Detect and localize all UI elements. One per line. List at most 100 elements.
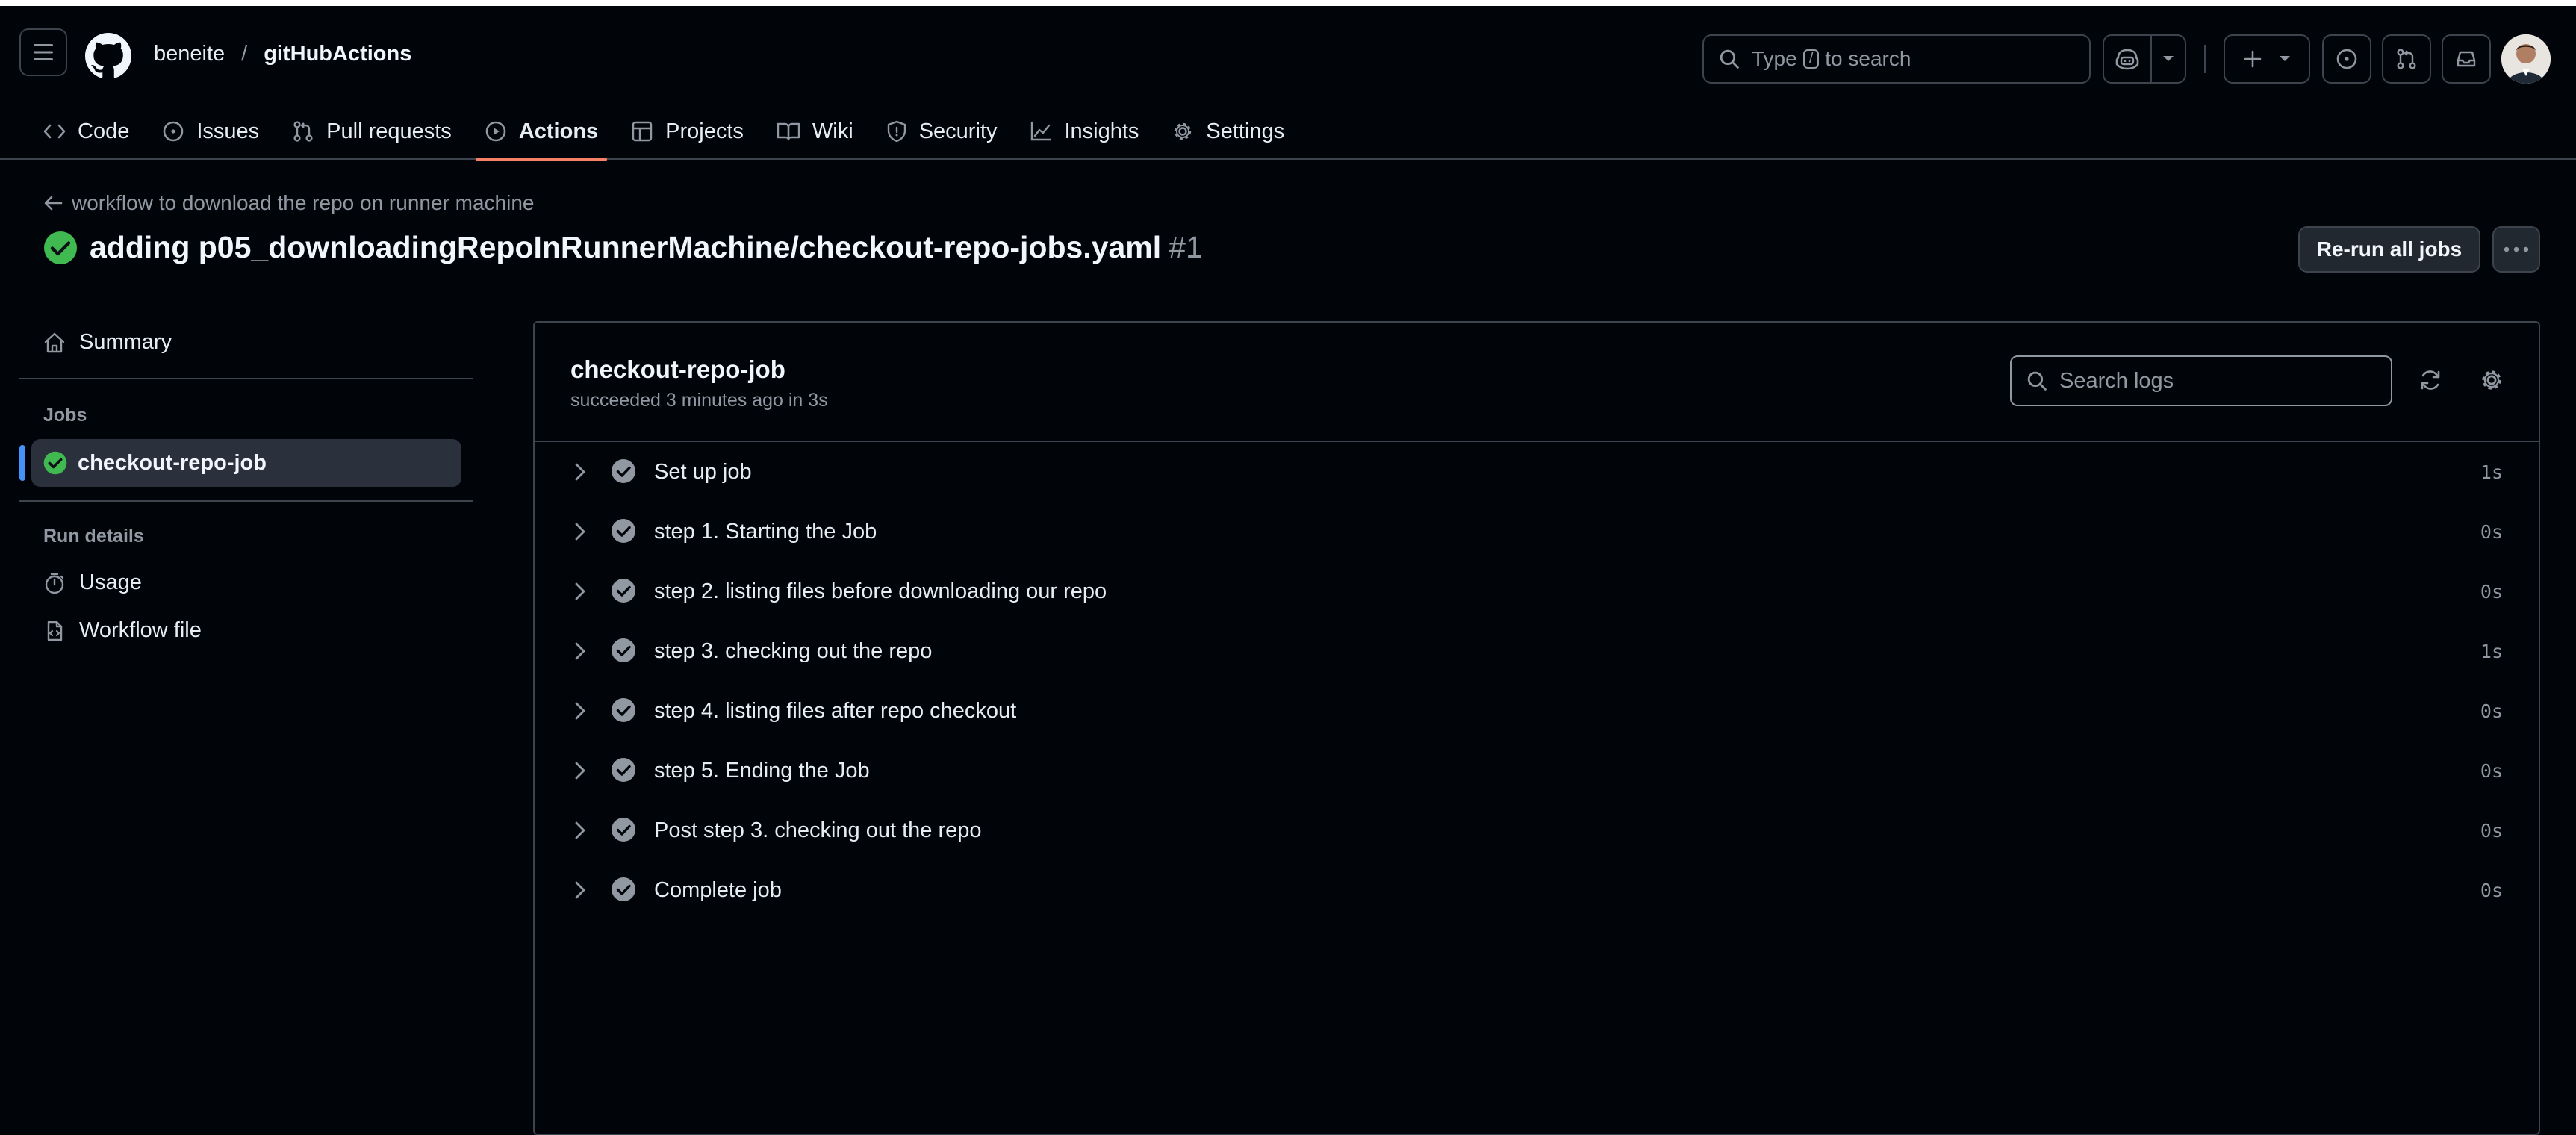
tab-projects[interactable]: Projects: [617, 111, 757, 152]
issue-opened-icon: [164, 121, 184, 142]
avatar-photo-icon: [2501, 34, 2551, 84]
check-circle-fill-icon: [612, 519, 635, 543]
tab-label: Code: [78, 119, 130, 143]
gear-icon[interactable]: [2479, 367, 2504, 393]
chevron-right-icon: [575, 762, 585, 780]
inbox-icon: [2457, 51, 2476, 67]
play-icon: [485, 121, 506, 142]
job-status-text: succeeded 3 minutes ago in 3s: [570, 390, 828, 411]
sidebar-item-label: Workflow file: [79, 618, 202, 642]
home-icon: [44, 332, 65, 352]
step-row[interactable]: Set up job 1s: [535, 442, 2539, 502]
step-label: Set up job: [654, 460, 752, 484]
table-icon: [632, 121, 653, 142]
step-row[interactable]: Post step 3. checking out the repo 0s: [535, 800, 2539, 860]
book-icon: [777, 122, 800, 141]
tab-code[interactable]: Code: [30, 111, 143, 152]
issue-opened-icon: [2336, 49, 2357, 69]
job-log-panel: checkout-repo-job succeeded 3 minutes ag…: [533, 321, 2540, 1135]
copilot-button[interactable]: [2103, 34, 2152, 84]
sidebar-item-usage[interactable]: Usage: [43, 570, 142, 595]
step-duration: 1s: [2480, 641, 2503, 662]
step-row[interactable]: Complete job 0s: [535, 860, 2539, 920]
repo-owner-link[interactable]: beneite: [154, 42, 225, 66]
copilot-dropdown-button[interactable]: [2150, 34, 2186, 84]
sidebar-item-label: checkout-repo-job: [78, 450, 267, 475]
check-circle-fill-icon: [612, 459, 635, 483]
step-row[interactable]: step 4. listing files after repo checkou…: [535, 681, 2539, 741]
step-duration: 0s: [2480, 521, 2503, 543]
breadcrumb-separator: /: [241, 42, 248, 66]
job-steps-list: Set up job 1s step 1. Starting the Job 0…: [535, 442, 2539, 920]
more-options-button[interactable]: [2492, 226, 2540, 273]
check-circle-fill-icon: [44, 231, 77, 264]
jobs-heading: Jobs: [43, 405, 87, 426]
check-circle-fill-icon: [612, 818, 635, 842]
graph-icon: [1031, 121, 1052, 141]
refresh-icon[interactable]: [2418, 367, 2443, 393]
github-logo-icon[interactable]: [85, 33, 131, 79]
tab-label: Security: [918, 119, 998, 143]
chevron-right-icon: [575, 642, 585, 660]
rerun-all-jobs-button[interactable]: Re-run all jobs: [2298, 226, 2480, 273]
search-logs-input[interactable]: Search logs: [2010, 355, 2392, 406]
shield-icon: [887, 120, 906, 143]
step-row[interactable]: step 5. Ending the Job 0s: [535, 741, 2539, 800]
tab-label: Actions: [518, 119, 599, 143]
step-duration: 0s: [2480, 700, 2503, 722]
repo-breadcrumb: beneite / gitHubActions: [154, 42, 411, 66]
step-duration: 0s: [2480, 880, 2503, 901]
plus-icon: [2244, 50, 2262, 68]
run-title: adding p05_downloadingRepoInRunnerMachin…: [43, 230, 1203, 265]
step-label: step 2. listing files before downloading…: [654, 579, 1107, 603]
sidebar-item-summary[interactable]: Summary: [43, 330, 172, 355]
tab-actions[interactable]: Actions: [471, 111, 612, 161]
user-avatar[interactable]: [2501, 34, 2551, 84]
sidebar-item-workflow-file[interactable]: Workflow file: [43, 618, 202, 643]
git-pull-request-icon: [293, 121, 313, 142]
search-icon: [1720, 49, 1739, 69]
tab-label: Insights: [1064, 119, 1139, 143]
pull-requests-button[interactable]: [2382, 34, 2431, 84]
run-details-heading: Run details: [43, 526, 144, 547]
arrow-left-icon: [44, 196, 63, 211]
global-search-input[interactable]: Type / to search: [1702, 34, 2091, 84]
check-circle-fill-icon: [43, 451, 67, 475]
tab-settings[interactable]: Settings: [1158, 111, 1298, 152]
step-row[interactable]: step 2. listing files before downloading…: [535, 562, 2539, 621]
step-label: Post step 3. checking out the repo: [654, 818, 982, 842]
search-logs-placeholder: Search logs: [2059, 368, 2174, 393]
chevron-right-icon: [575, 463, 585, 481]
sidebar-item-checkout-repo-job[interactable]: checkout-repo-job: [31, 439, 461, 487]
file-code-icon: [47, 621, 63, 641]
check-circle-fill-icon: [612, 579, 635, 603]
search-prefix-text: Type: [1752, 47, 1797, 70]
tab-insights[interactable]: Insights: [1016, 111, 1152, 152]
code-icon: [43, 124, 66, 139]
tab-pull-requests[interactable]: Pull requests: [279, 111, 465, 152]
inbox-button[interactable]: [2442, 34, 2491, 84]
chevron-right-icon: [575, 582, 585, 600]
step-duration: 0s: [2480, 581, 2503, 603]
step-row[interactable]: step 3. checking out the repo 1s: [535, 621, 2539, 681]
step-duration: 0s: [2480, 760, 2503, 782]
issues-button[interactable]: [2322, 34, 2371, 84]
search-suffix-text: to search: [1825, 47, 1911, 70]
menu-button[interactable]: [19, 28, 67, 76]
selected-indicator: [19, 445, 25, 481]
top-edge-strip: [0, 0, 2576, 6]
search-shortcut-key: /: [1802, 49, 1820, 69]
tab-security[interactable]: Security: [873, 111, 1011, 152]
run-title-text: adding p05_downloadingRepoInRunnerMachin…: [90, 230, 1162, 264]
repo-name-link[interactable]: gitHubActions: [264, 42, 411, 66]
chevron-right-icon: [575, 821, 585, 839]
sidebar-item-label: Summary: [79, 330, 172, 354]
create-new-button[interactable]: [2224, 34, 2310, 84]
step-row[interactable]: step 1. Starting the Job 0s: [535, 502, 2539, 562]
tab-label: Projects: [665, 119, 744, 143]
chevron-right-icon: [575, 881, 585, 899]
tab-issues[interactable]: Issues: [149, 111, 273, 152]
back-to-workflow-link[interactable]: workflow to download the repo on runner …: [43, 191, 534, 215]
tab-wiki[interactable]: Wiki: [763, 111, 867, 152]
workflow-name: workflow to download the repo on runner …: [72, 191, 535, 214]
